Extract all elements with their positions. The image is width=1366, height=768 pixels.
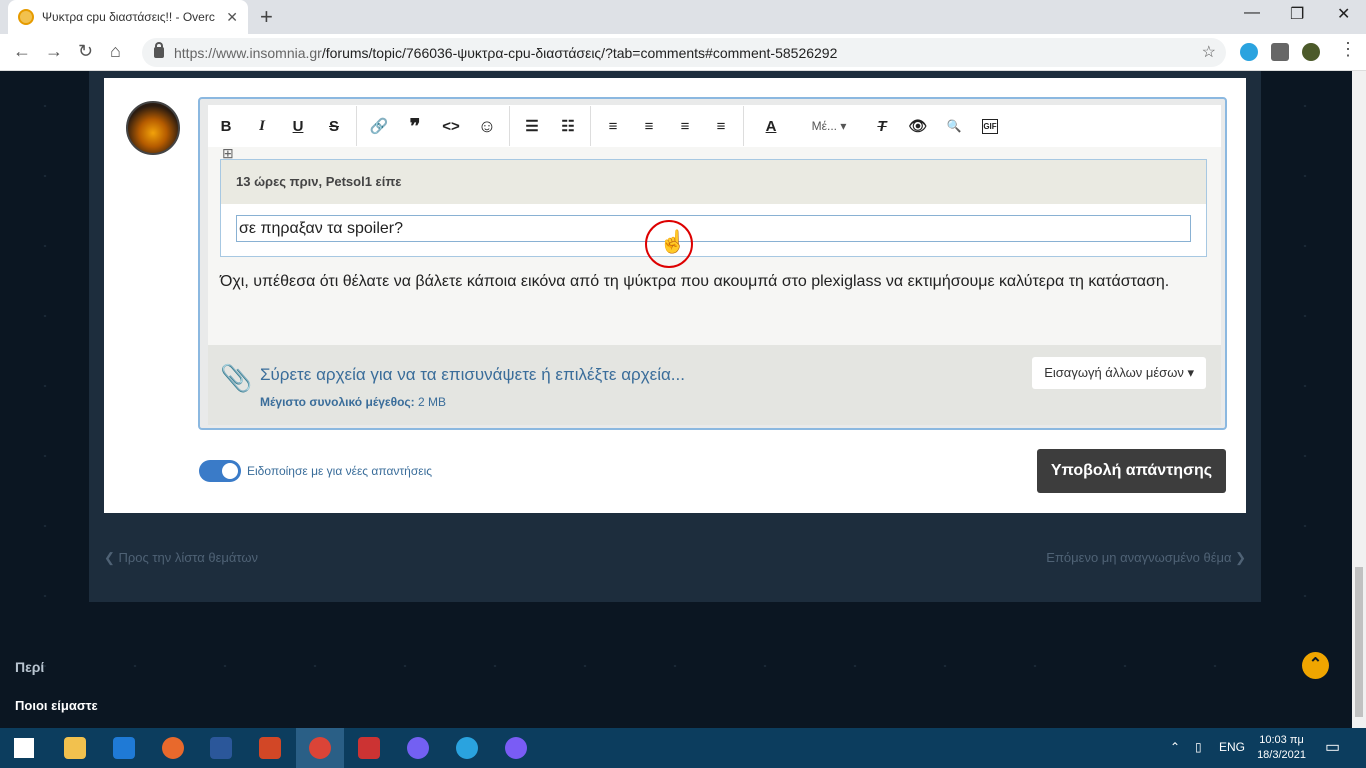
align-left-icon[interactable]: ≡ [595,118,631,135]
scroll-to-top-button[interactable]: ⌃ [1302,652,1329,679]
url-host: https://www.insomnia.gr [174,44,322,61]
toolbar-divider [743,106,744,146]
strikethrough-button[interactable]: S [316,118,352,135]
code-icon[interactable]: <> [433,118,469,135]
footer-heading: Περί [15,659,45,675]
restore-button[interactable]: ❐ [1290,4,1304,24]
forward-arrow-icon[interactable]: → [45,41,63,62]
back-to-topics-link[interactable]: ❮ Προς την λίστα θεμάτων [104,550,258,566]
lock-icon [154,42,164,58]
clock-date: 18/3/2021 [1257,749,1306,761]
emoji-icon[interactable]: ☺ [469,116,505,137]
windows-taskbar: ⌃ ▯ ENG 10:03 πμ 18/3/2021 ▭ [0,728,1366,768]
editor-content-area[interactable]: ⊞ 13 ώρες πριν, Petsol1 είπε σε πηραξαν … [208,145,1221,345]
minimize-button[interactable]: — [1244,4,1260,22]
reply-editor: B I U S 🔗 ❞ <> ☺ ☰ ☷ ≡ ≡ ≡ ≡ A Μέ... ▾ T… [198,97,1227,430]
telegram-icon[interactable] [456,737,478,759]
viber-icon[interactable] [407,737,429,759]
submit-reply-button[interactable]: Υποβολή απάντησης [1037,449,1226,493]
align-center-icon[interactable]: ≡ [631,118,667,135]
firefox-icon[interactable] [162,737,184,759]
scrollbar-thumb[interactable] [1355,567,1363,717]
browser-tabstrip: Ψυκτρα cpu διαστάσεις!! - Overc ✕ + — ❐ … [0,0,1366,34]
file-explorer-icon[interactable] [64,737,86,759]
app-icon[interactable] [259,737,281,759]
quoted-post: 13 ώρες πριν, Petsol1 είπε σε πηραξαν τα… [220,159,1207,257]
page-viewport: B I U S 🔗 ❞ <> ☺ ☰ ☷ ≡ ≡ ≡ ≡ A Μέ... ▾ T… [0,71,1352,728]
mail-icon[interactable] [113,737,135,759]
browser-tab[interactable]: Ψυκτρα cpu διαστάσεις!! - Overc ✕ [8,0,248,34]
numbered-list-icon[interactable]: ☷ [550,117,586,135]
chrome-menu-icon[interactable]: ⋮ [1339,39,1357,60]
attach-size-limit: Μέγιστο συνολικό μέγεθος: 2 MB [260,395,446,409]
hand-cursor-icon: ☝ [659,229,687,254]
home-icon[interactable]: ⌂ [110,41,121,62]
notify-label[interactable]: Ειδοποίησε με για νέες απαντήσεις [247,464,432,478]
gif-icon[interactable]: GIF [982,118,998,134]
profile-avatar[interactable] [1302,43,1320,61]
quote-body[interactable]: σε πηραξαν τα spoiler? [236,215,1191,242]
preview-eye-icon[interactable]: 👁 [900,117,936,135]
font-color-icon[interactable]: A [748,118,794,135]
tray-chevron-icon[interactable]: ⌃ [1170,740,1180,754]
page-scrollbar[interactable] [1352,71,1366,728]
font-size-dropdown[interactable]: Μέ... ▾ [794,119,864,133]
quote-citation: 13 ώρες πριν, Petsol1 είπε [221,160,1206,204]
footer-about-link[interactable]: Ποιοι είμαστε [15,698,98,713]
align-right-icon[interactable]: ≡ [667,118,703,135]
user-avatar[interactable] [126,101,180,155]
editor-toolbar: B I U S 🔗 ❞ <> ☺ ☰ ☷ ≡ ≡ ≡ ≡ A Μέ... ▾ T… [208,105,1221,147]
url-path: /forums/topic/766036-ψυκτρα-cpu-διαστάσε… [321,44,838,61]
paperclip-icon: 📎 [220,363,253,393]
link-icon[interactable]: 🔗 [361,117,397,135]
windows-start-icon[interactable] [14,738,34,758]
justify-icon[interactable]: ≡ [703,118,739,135]
system-clock[interactable]: 10:03 πμ 18/3/2021 [1257,733,1306,763]
extensions-puzzle-icon[interactable] [1271,43,1289,61]
quote-icon[interactable]: ❞ [397,114,433,139]
chrome-icon[interactable] [309,737,331,759]
toolbar-divider [356,106,357,146]
telegram-extension-icon[interactable] [1240,43,1258,61]
find-icon[interactable]: 🔍 [936,119,972,133]
battery-icon[interactable]: ▯ [1195,740,1202,754]
notify-toggle[interactable] [199,460,241,482]
next-unread-link[interactable]: Επόμενο μη αναγνωσμένο θέμα ❯ [1046,550,1246,566]
italic-button[interactable]: I [244,118,280,135]
tool-icon[interactable] [358,737,380,759]
reply-text[interactable]: Όχι, υπέθεσα ότι θέλατε να βάλετε κάποια… [220,273,1169,291]
tab-title: Ψυκτρα cpu διαστάσεις!! - Overc [42,10,215,24]
attachment-dropzone[interactable]: 📎 Σύρετε αρχεία για να τα επισυνάψετε ή … [208,345,1221,425]
toolbar-divider [509,106,510,146]
messenger-icon[interactable] [505,737,527,759]
language-indicator[interactable]: ENG [1219,740,1245,754]
insert-media-button[interactable]: Εισαγωγή άλλων μέσων ▾ [1032,357,1206,389]
tab-close-icon[interactable]: ✕ [226,9,238,26]
bold-button[interactable]: B [208,118,244,135]
back-arrow-icon[interactable]: ← [13,41,31,62]
clock-time: 10:03 πμ [1259,734,1304,746]
toggle-knob [222,463,238,479]
underline-button[interactable]: U [280,118,316,135]
attach-limit-label: Μέγιστο συνολικό μέγεθος: [260,395,415,409]
clear-format-icon[interactable]: T [864,118,900,135]
attach-files-link[interactable]: Σύρετε αρχεία για να τα επισυνάψετε ή επ… [260,365,685,385]
word-icon[interactable] [210,737,232,759]
site-favicon-icon [18,9,34,25]
bulleted-list-icon[interactable]: ☰ [514,117,550,135]
reload-icon[interactable]: ↻ [78,41,93,62]
notifications-icon[interactable]: ▭ [1325,737,1340,757]
new-tab-button[interactable]: + [260,4,273,30]
bookmark-star-icon[interactable]: ☆ [1202,42,1216,62]
attach-limit-value: 2 MB [418,395,447,409]
address-bar[interactable]: https://www.insomnia.gr /forums/topic/76… [142,38,1226,67]
browser-toolbar: ← → ↻ ⌂ https://www.insomnia.gr /forums/… [0,34,1366,71]
toolbar-divider [590,106,591,146]
window-close-button[interactable]: ✕ [1337,4,1350,24]
